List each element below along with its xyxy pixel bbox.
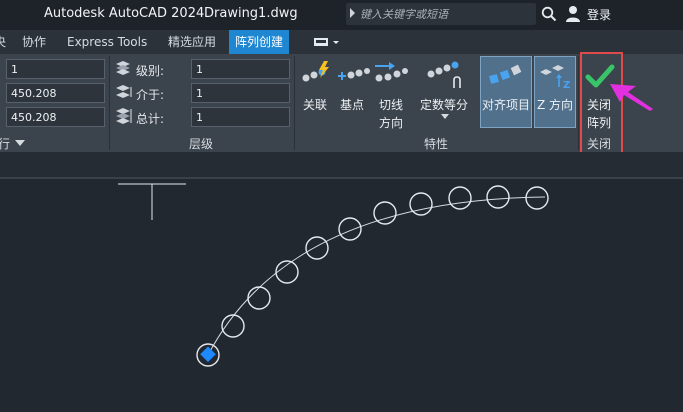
- z-direction-button[interactable]: Z 方向: [537, 96, 573, 113]
- tangent-direction-label-2[interactable]: 方向: [379, 114, 403, 131]
- measure-divide-icon[interactable]: [424, 60, 464, 90]
- base-point-icon[interactable]: [336, 62, 370, 84]
- level-between-label: 介于:: [136, 88, 165, 102]
- row-total-field[interactable]: [6, 107, 105, 127]
- row-between-field[interactable]: [6, 83, 105, 103]
- login-button[interactable]: 登录: [587, 6, 611, 23]
- levels-label: 级别:: [136, 64, 165, 78]
- rows-panel-title[interactable]: 行: [0, 135, 10, 152]
- array-item[interactable]: [525, 186, 549, 210]
- z-direction-icon[interactable]: Z: [537, 60, 573, 90]
- panel-divider: [294, 56, 295, 150]
- associative-button[interactable]: 关联: [303, 96, 327, 113]
- svg-text:Z: Z: [563, 80, 570, 90]
- tangent-direction-icon[interactable]: [373, 60, 409, 84]
- pointer-arrow-annotation: [610, 84, 653, 111]
- base-point-button[interactable]: 基点: [340, 96, 364, 113]
- levels-icon: [116, 61, 130, 75]
- chevron-down-icon[interactable]: [441, 114, 449, 119]
- level-total-field[interactable]: [191, 107, 290, 127]
- level-total-label: 总计:: [136, 112, 165, 126]
- array-item[interactable]: [338, 217, 362, 241]
- ribbon-bottom-strip: [0, 152, 683, 177]
- document-title: Drawing1.dwg: [204, 6, 298, 21]
- panel-toggle-dropdown-icon[interactable]: [312, 36, 340, 48]
- level-between-field[interactable]: [191, 83, 290, 103]
- tab-express-tools[interactable]: Express Tools: [67, 30, 147, 54]
- array-item[interactable]: [373, 201, 397, 225]
- levels-count-field[interactable]: [191, 59, 290, 79]
- panel-divider: [578, 56, 579, 150]
- chevron-down-icon[interactable]: [15, 140, 25, 146]
- tangent-direction-label-1[interactable]: 切线: [379, 96, 403, 113]
- ribbon-tab-bar: 央 协作 Express Tools 精选应用 阵列创建: [0, 30, 683, 54]
- search-input[interactable]: [360, 6, 532, 22]
- base-grip[interactable]: [200, 346, 216, 363]
- array-item[interactable]: [305, 236, 329, 260]
- level-total-icon: [116, 108, 132, 124]
- level-spacing-icon: [116, 85, 132, 98]
- tab-array-creation[interactable]: 阵列创建: [229, 30, 290, 54]
- tab-collaborate[interactable]: 协作: [22, 30, 46, 54]
- app-title: Autodesk AutoCAD 2024: [44, 6, 205, 21]
- measure-divide-button[interactable]: 定数等分: [420, 96, 468, 113]
- associative-icon[interactable]: [300, 60, 334, 86]
- align-items-button[interactable]: 对齐项目: [482, 96, 530, 113]
- title-bar: Autodesk AutoCAD 2024 Drawing1.dwg 登录: [0, 0, 683, 30]
- array-item[interactable]: [247, 286, 271, 310]
- array-item[interactable]: [448, 186, 472, 210]
- array-item[interactable]: [486, 185, 510, 209]
- properties-panel-title: 特性: [424, 137, 449, 151]
- align-items-icon[interactable]: [487, 62, 525, 86]
- array-item[interactable]: [409, 192, 433, 216]
- row-count-field[interactable]: [6, 59, 105, 79]
- panel-divider: [109, 56, 110, 150]
- search-icon[interactable]: [541, 6, 557, 22]
- search-expand-icon[interactable]: [350, 8, 355, 18]
- drawing-canvas[interactable]: [0, 179, 683, 412]
- user-icon[interactable]: [565, 5, 581, 23]
- tab-partial[interactable]: 央: [0, 30, 6, 54]
- tab-featured-apps[interactable]: 精选应用: [168, 30, 216, 54]
- levels-panel-title: 层级: [189, 137, 214, 151]
- search-box[interactable]: [346, 3, 536, 25]
